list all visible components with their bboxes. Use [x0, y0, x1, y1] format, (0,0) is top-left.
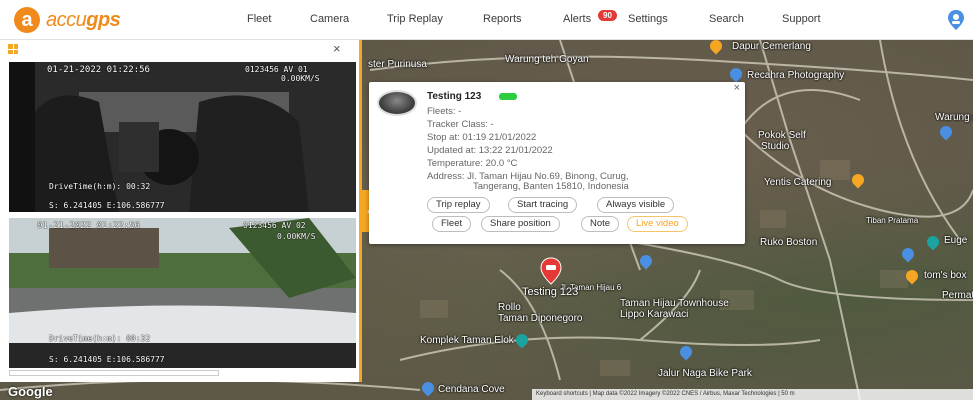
- map-label-warung-e: Warung e: [935, 112, 973, 123]
- camera-panel: × 01-21-2022 01:22:56 0123456 AV 01 0.00…: [0, 40, 362, 382]
- nav-alerts[interactable]: Alerts: [563, 13, 591, 25]
- map-label-street: Tiban Pratama: [866, 216, 919, 225]
- feed-device-id: 0123456 AV 01: [245, 65, 308, 74]
- logo-mark: a: [14, 7, 40, 33]
- camera-feed-road[interactable]: 01-21-2022 01:22:56 0123456 AV 02 0.00KM…: [9, 218, 356, 368]
- feed-datetime: 01-21-2022 01:22:56: [37, 221, 140, 231]
- fleet-button[interactable]: Fleet: [432, 216, 472, 232]
- vehicle-stop-at: Stop at: 01:19 21/01/2022: [427, 132, 537, 143]
- nav-trip-replay[interactable]: Trip Replay: [387, 13, 443, 25]
- map-label-jalur-naga-bike-park: Jalur Naga Bike Park: [658, 368, 752, 379]
- map-label-taman-diponegoro: Taman Diponegoro: [498, 313, 583, 324]
- vehicle-temperature: Temperature: 20.0 °C: [427, 158, 518, 169]
- vehicle-thumbnail: [377, 90, 417, 116]
- alerts-count-badge: 90: [598, 10, 617, 21]
- grid-layout-icon[interactable]: [8, 44, 18, 54]
- map-label-warung-teh-goyan: Warung teh Goyan: [505, 54, 589, 65]
- close-icon[interactable]: ×: [734, 82, 740, 94]
- vehicle-marker-label: Testing 123: [522, 286, 579, 298]
- map-label-euge: Euge: [944, 235, 968, 246]
- vehicle-info-popup: × Testing 123 Fleets: - Tracker Class: -…: [369, 82, 745, 244]
- vehicle-tracker-class: Tracker Class: -: [427, 119, 494, 130]
- vehicle-address-cont: Tangerang, Banten 15810, Indonesia: [473, 181, 629, 192]
- map-label-recahra-photography: Recahra Photography: [747, 70, 845, 81]
- popup-actions-row-1: Trip replay Start tracing Always visible: [427, 197, 737, 213]
- map-label-permata: Permata: [942, 290, 973, 301]
- camera-panel-scrollbar[interactable]: [9, 370, 219, 376]
- popup-actions-row-2: Fleet Share position Note Live video: [427, 216, 737, 232]
- map-label-lippo-karawaci: Lippo Karawaci: [620, 309, 689, 320]
- live-video-button[interactable]: Live video: [627, 216, 688, 232]
- map-label-purinusa: ster Purinusa: [368, 59, 427, 70]
- google-logo: Google: [8, 384, 53, 399]
- feed-drive-time: DriveTime(h:m): 00:32: [49, 334, 151, 343]
- logo-text-prefix: accu: [46, 8, 87, 31]
- map-label-dapur-cemerlang: Dapur Cemerlang: [732, 41, 811, 52]
- map-label-komplek-taman-elok: Komplek Taman Elok: [420, 335, 514, 346]
- vehicle-marker-icon[interactable]: [540, 257, 562, 285]
- nav-fleet[interactable]: Fleet: [247, 13, 271, 25]
- vehicle-title[interactable]: Testing 123: [427, 91, 481, 102]
- nav-settings[interactable]: Settings: [628, 13, 668, 25]
- feed-coordinates: S: 6.241405 E:106.586777: [49, 355, 165, 364]
- feed-speed: 0.00KM/S: [277, 232, 316, 241]
- map-label-cendana-cove: Cendana Cove: [438, 384, 505, 395]
- map-label-toms-box: tom's box: [924, 270, 967, 281]
- feed-device-id: 0123456 AV 02: [243, 221, 306, 230]
- camera-feed-cabin[interactable]: 01-21-2022 01:22:56 0123456 AV 01 0.00KM…: [9, 62, 356, 212]
- start-tracing-button[interactable]: Start tracing: [508, 197, 578, 213]
- feed-speed: 0.00KM/S: [281, 74, 320, 83]
- nav-support[interactable]: Support: [782, 13, 821, 25]
- trip-replay-button[interactable]: Trip replay: [427, 197, 490, 213]
- accugps-logo[interactable]: a accugps: [14, 6, 121, 34]
- share-position-button[interactable]: Share position: [481, 216, 560, 232]
- always-visible-button[interactable]: Always visible: [597, 197, 675, 213]
- map-label-ruko-boston: Ruko Boston: [760, 237, 818, 248]
- nav-camera[interactable]: Camera: [310, 13, 349, 25]
- camera-toolbar: ×: [0, 40, 359, 58]
- vehicle-updated-at: Updated at: 13:22 21/01/2022: [427, 145, 553, 156]
- map-label-pokok-self: Pokok Self: [758, 130, 806, 141]
- map-label-rollo: Rollo: [498, 302, 521, 313]
- feed-datetime: 01-21-2022 01:22:56: [47, 65, 150, 75]
- map-label-taman-hijau-townhouse: Taman Hijau Townhouse: [620, 298, 729, 309]
- logo-text: accugps: [46, 8, 121, 32]
- map-attribution[interactable]: Keyboard shortcuts | Map data ©2022 Imag…: [532, 389, 973, 400]
- logo-text-suffix: gps: [86, 8, 121, 31]
- nav-search[interactable]: Search: [709, 13, 744, 25]
- user-location-icon[interactable]: [946, 9, 966, 31]
- map-label-studio: Studio: [761, 141, 790, 152]
- note-button[interactable]: Note: [581, 216, 620, 232]
- map-label-yentis-catering: Yentis Catering: [764, 177, 832, 188]
- top-navigation-bar: a accugps Fleet Camera Trip Replay Repor…: [0, 0, 973, 40]
- feed-coordinates: S: 6.241405 E:106.586777: [49, 201, 165, 210]
- close-icon[interactable]: ×: [333, 41, 341, 56]
- vehicle-fleets: Fleets: -: [427, 106, 462, 117]
- feed-drive-time: DriveTime(h:m): 00:32: [49, 182, 151, 191]
- online-status-indicator: [499, 93, 517, 100]
- nav-reports[interactable]: Reports: [483, 13, 522, 25]
